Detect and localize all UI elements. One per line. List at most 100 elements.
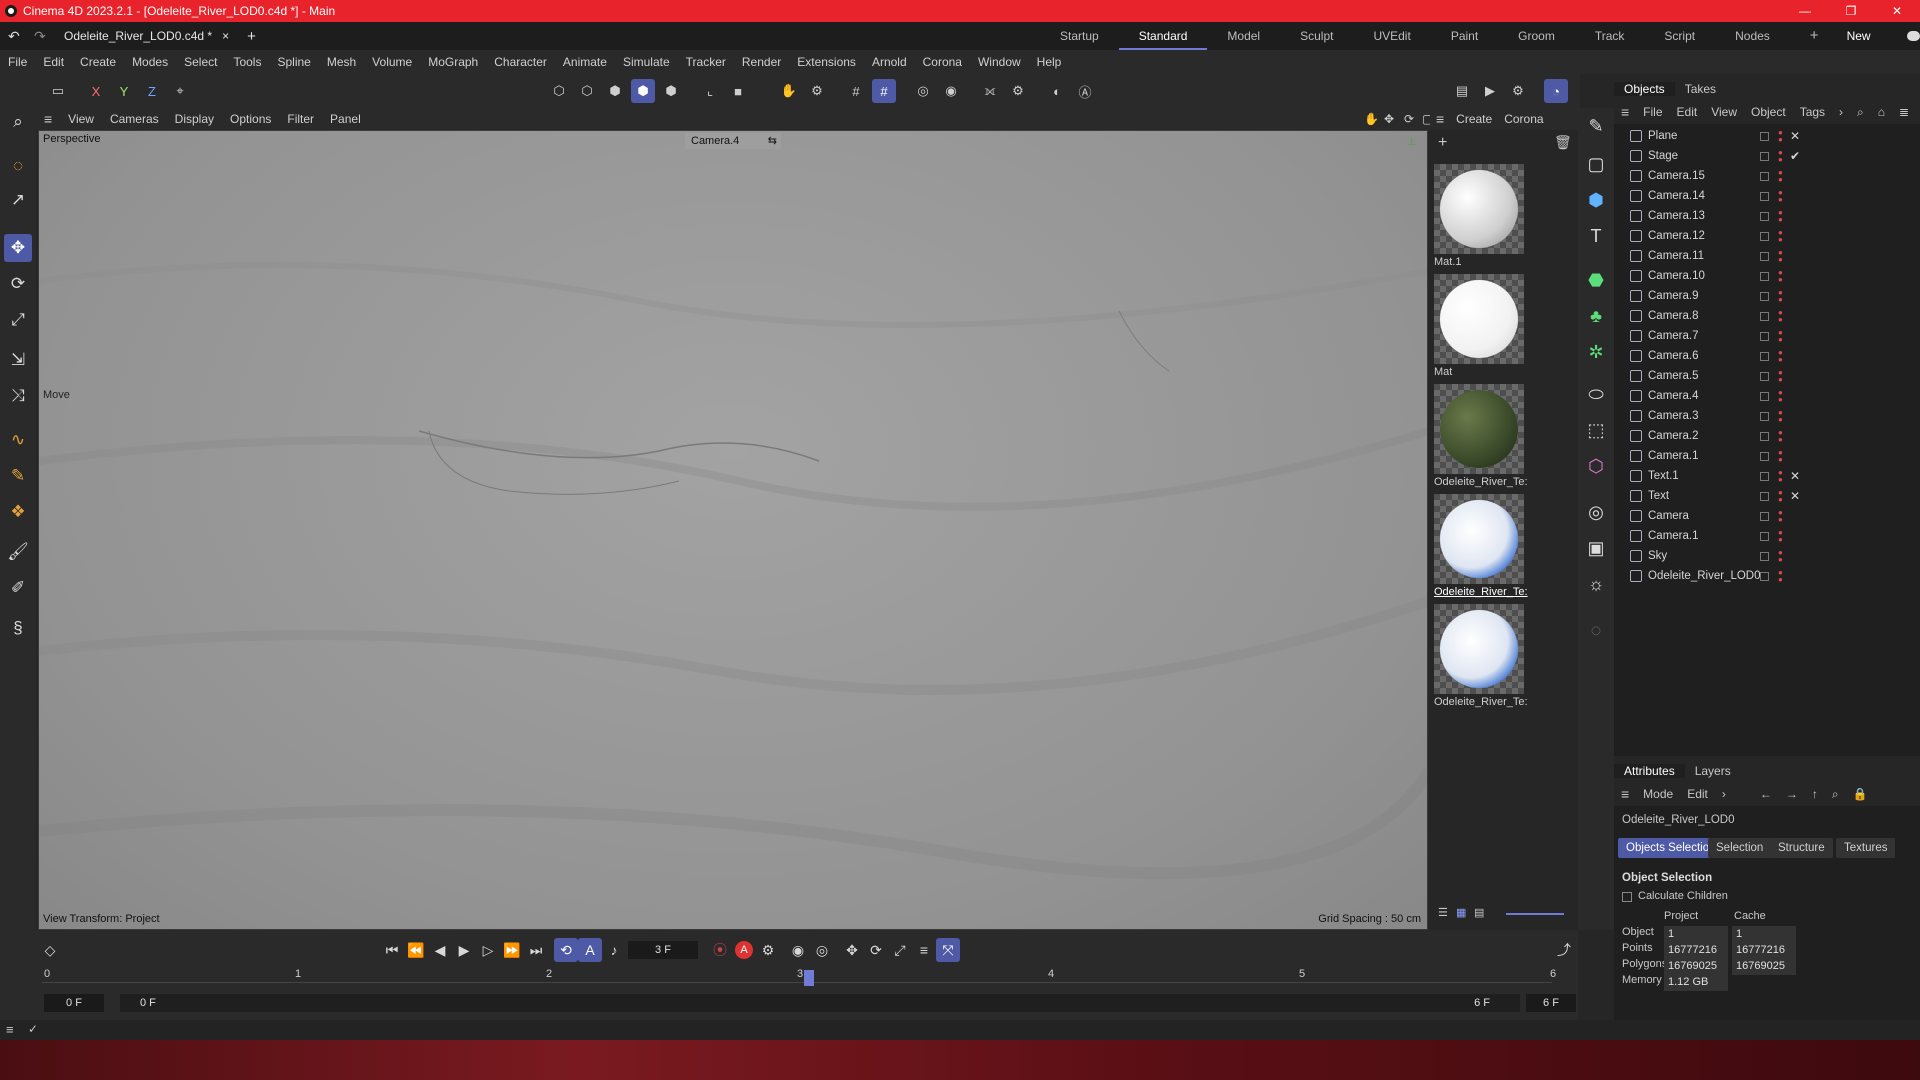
- key-position-icon[interactable]: ✥: [840, 938, 864, 962]
- render-visibility-dots[interactable]: ● ●: [1778, 289, 1783, 304]
- object-row[interactable]: Text.1 ● ● ✕: [1614, 466, 1920, 486]
- attr-tab-selection[interactable]: Selection: [1708, 838, 1772, 858]
- visibility-toggle[interactable]: [1760, 471, 1769, 481]
- render-visibility-dots[interactable]: ● ●: [1778, 209, 1783, 224]
- layout-startup[interactable]: Startup: [1040, 22, 1119, 50]
- layout-paint[interactable]: Paint: [1431, 22, 1498, 50]
- calculate-children-checkbox[interactable]: [1622, 892, 1632, 902]
- snap-grid-icon[interactable]: #: [844, 79, 868, 103]
- go-to-start-icon[interactable]: ⏮: [380, 938, 404, 962]
- spline-pen-palette-icon[interactable]: ✎: [1582, 112, 1610, 140]
- objects-menu-tags[interactable]: Tags: [1793, 105, 1832, 119]
- object-row[interactable]: Camera.10 ● ●: [1614, 266, 1920, 286]
- render-visibility-dots[interactable]: ● ●: [1778, 169, 1783, 184]
- visibility-toggle[interactable]: [1760, 391, 1769, 401]
- render-visibility-dots[interactable]: ● ●: [1778, 329, 1783, 344]
- visibility-toggle[interactable]: [1760, 151, 1769, 161]
- object-row[interactable]: Camera.9 ● ●: [1614, 286, 1920, 306]
- menu-spline[interactable]: Spline: [269, 55, 318, 69]
- objects-more-icon[interactable]: ›: [1832, 105, 1850, 119]
- material-swatch[interactable]: Mat: [1434, 274, 1524, 378]
- tags-icon[interactable]: ◌: [1582, 616, 1610, 644]
- visibility-toggle[interactable]: [1760, 531, 1769, 541]
- visibility-toggle[interactable]: [1760, 231, 1769, 241]
- render-visibility-dots[interactable]: ● ●: [1778, 389, 1783, 404]
- list-view-icon[interactable]: ☰: [1438, 906, 1448, 919]
- key-interpolation-icon[interactable]: ◎: [810, 938, 834, 962]
- render-visibility-dots[interactable]: ● ●: [1778, 469, 1783, 484]
- render-visibility-dots[interactable]: ● ●: [1778, 309, 1783, 324]
- tab-layers[interactable]: Layers: [1685, 764, 1741, 778]
- camera-palette-icon[interactable]: ▣: [1582, 534, 1610, 562]
- subdivision-surface-icon[interactable]: ⬣: [1582, 266, 1610, 294]
- attr-tab-structure[interactable]: Structure: [1770, 838, 1833, 858]
- layout-standard[interactable]: Standard: [1118, 22, 1208, 50]
- fracture-icon[interactable]: ✲: [1582, 338, 1610, 366]
- visibility-toggle[interactable]: [1760, 511, 1769, 521]
- layout-track[interactable]: Track: [1575, 22, 1645, 50]
- move-selection-icon[interactable]: ↗: [4, 186, 32, 214]
- timeline-range-bar[interactable]: 0 F 6 F: [120, 994, 1520, 1012]
- tab-attributes[interactable]: Attributes: [1614, 764, 1685, 778]
- visibility-toggle[interactable]: [1760, 451, 1769, 461]
- transform-tool-icon[interactable]: ⤨: [4, 382, 32, 410]
- forward-arrow-icon[interactable]: →: [1779, 787, 1805, 801]
- render-visibility-dots[interactable]: ● ●: [1778, 229, 1783, 244]
- record-icon[interactable]: ⦿: [708, 938, 732, 962]
- close-tab-icon[interactable]: ×: [222, 29, 229, 43]
- large-view-icon[interactable]: ▤: [1474, 906, 1484, 919]
- visibility-toggle[interactable]: [1760, 171, 1769, 181]
- objects-home-icon[interactable]: ⌂: [1871, 105, 1892, 119]
- layout-uvedit[interactable]: UVEdit: [1353, 22, 1430, 50]
- autokey-icon[interactable]: Ⓐ: [1073, 79, 1097, 103]
- object-row[interactable]: Odeleite_River_LOD0 ● ●: [1614, 566, 1920, 586]
- autokey-record-icon[interactable]: A: [732, 938, 756, 962]
- start-frame-field[interactable]: 0 F: [44, 994, 104, 1012]
- undo-icon[interactable]: ↶: [8, 28, 20, 45]
- render-visibility-dots[interactable]: ● ●: [1778, 449, 1783, 464]
- render-to-picture-viewer-icon[interactable]: ▶: [1478, 79, 1502, 103]
- objects-menu-edit[interactable]: Edit: [1670, 105, 1705, 119]
- timeline-ruler[interactable]: [42, 982, 1552, 983]
- layout-sculpt[interactable]: Sculpt: [1280, 22, 1353, 50]
- field-icon[interactable]: ⬚: [1582, 416, 1610, 444]
- settings-icon[interactable]: ⚙: [805, 79, 829, 103]
- viewport-menu-panel[interactable]: Panel: [322, 112, 369, 126]
- minimize-button[interactable]: —: [1782, 0, 1828, 22]
- render-visibility-dots[interactable]: ● ●: [1778, 569, 1783, 584]
- search-icon[interactable]: ⌕: [4, 108, 32, 136]
- render-visibility-dots[interactable]: ● ●: [1778, 149, 1783, 164]
- material-menu-corona[interactable]: Corona: [1498, 112, 1549, 126]
- lock-z-axis-button[interactable]: Z: [140, 79, 164, 103]
- transfer-tool-icon[interactable]: ⇲: [4, 346, 32, 374]
- object-row[interactable]: Camera.12 ● ●: [1614, 226, 1920, 246]
- object-row[interactable]: Camera.8 ● ●: [1614, 306, 1920, 326]
- uv-mode-icon[interactable]: ⬢: [659, 79, 683, 103]
- move-tool-icon[interactable]: ✥: [4, 234, 32, 262]
- object-row[interactable]: Text ● ● ✕: [1614, 486, 1920, 506]
- render-view-icon[interactable]: ▤: [1450, 79, 1474, 103]
- visibility-toggle[interactable]: [1760, 131, 1769, 141]
- visibility-toggle[interactable]: [1760, 291, 1769, 301]
- object-row[interactable]: Stage ● ● ✔: [1614, 146, 1920, 166]
- status-menu-icon[interactable]: ≡: [6, 1022, 14, 1037]
- menu-corona[interactable]: Corona: [915, 55, 970, 69]
- previous-key-icon[interactable]: ⏪: [404, 938, 428, 962]
- attributes-more-icon[interactable]: ›: [1715, 787, 1733, 801]
- workplane-icon[interactable]: ◉: [939, 79, 963, 103]
- viewport-hamburger-icon[interactable]: ≡: [36, 111, 60, 127]
- visibility-toggle[interactable]: [1760, 211, 1769, 221]
- objects-hamburger-icon[interactable]: ≡: [1614, 104, 1636, 120]
- back-arrow-icon[interactable]: ←: [1753, 787, 1779, 801]
- keyframe-mode-icon[interactable]: ◇: [38, 938, 62, 962]
- visibility-toggle[interactable]: [1760, 251, 1769, 261]
- redo-icon[interactable]: ↷: [34, 28, 46, 45]
- rotate-tool-icon[interactable]: ⟳: [4, 270, 32, 298]
- interactive-render-icon[interactable]: ◔: [1544, 79, 1568, 103]
- viewport-menu-filter[interactable]: Filter: [279, 112, 322, 126]
- object-tag-icon[interactable]: ✕: [1790, 489, 1800, 503]
- object-tag-icon[interactable]: ✕: [1790, 469, 1800, 483]
- menu-tools[interactable]: Tools: [225, 55, 269, 69]
- tab-takes[interactable]: Takes: [1675, 82, 1726, 96]
- object-row[interactable]: Camera.11 ● ●: [1614, 246, 1920, 266]
